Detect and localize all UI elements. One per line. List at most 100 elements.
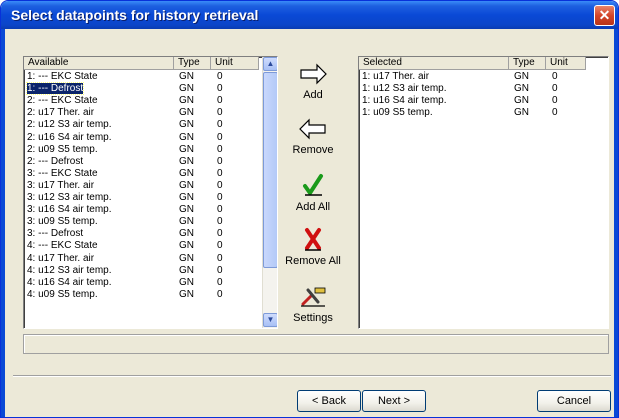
list-item[interactable]: 3: u09 S5 temp. GN 0 [24, 216, 259, 227]
item-unit: 0 [217, 107, 223, 119]
list-item[interactable]: 3: u16 S4 air temp. GN 0 [24, 204, 259, 215]
item-type: GN [514, 71, 529, 82]
item-unit: 0 [217, 167, 223, 179]
scroll-down-button[interactable]: ▼ [263, 313, 277, 327]
available-header-type[interactable]: Type [174, 57, 211, 70]
item-name: 2: u17 Ther. air [27, 107, 94, 118]
list-item[interactable]: 2: u16 S4 air temp. GN 0 [24, 132, 259, 143]
add-label: Add [303, 89, 323, 101]
next-button[interactable]: Next > [362, 390, 426, 412]
item-unit: 0 [217, 131, 223, 143]
tools-icon [301, 287, 326, 307]
scroll-up-button[interactable]: ▲ [263, 57, 277, 71]
item-unit: 0 [217, 276, 223, 288]
list-item[interactable]: 4: u12 S3 air temp. GN 0 [24, 265, 259, 276]
item-unit: 0 [217, 71, 223, 82]
item-name: 2: --- EKC State [27, 95, 98, 106]
available-header-unit[interactable]: Unit [211, 57, 259, 70]
item-type: GN [514, 95, 529, 107]
item-name: 2: --- Defrost [27, 156, 83, 167]
close-icon: ✕ [598, 7, 611, 23]
back-button[interactable]: < Back [297, 390, 361, 412]
list-item[interactable]: 1: u12 S3 air temp. GN 0 [359, 83, 594, 94]
item-type: GN [179, 143, 194, 155]
footer-separator [13, 375, 611, 377]
item-type: GN [179, 252, 194, 264]
remove-button[interactable]: Remove [284, 116, 342, 156]
check-mark-icon [303, 174, 323, 196]
item-name-text: 1: u16 S4 air temp. [362, 95, 447, 107]
close-button[interactable]: ✕ [594, 5, 615, 26]
item-unit: 0 [217, 155, 223, 167]
list-item[interactable]: 3: u12 S3 air temp. GN 0 [24, 192, 259, 203]
list-item[interactable]: 1: u16 S4 air temp. GN 0 [359, 95, 594, 106]
item-type: GN [179, 167, 194, 179]
chevron-down-icon: ▼ [266, 315, 275, 324]
item-unit: 0 [217, 83, 223, 95]
item-name: 4: u16 S4 air temp. [27, 277, 112, 288]
list-item[interactable]: 1: u09 S5 temp. GN 0 [359, 107, 594, 118]
item-type: GN [179, 95, 194, 107]
list-item[interactable]: 4: u09 S5 temp. GN 0 [24, 289, 259, 300]
item-name-text: 1: --- EKC State [27, 71, 98, 82]
list-item[interactable]: 2: --- Defrost GN 0 [24, 156, 259, 167]
item-name-text: 1: --- Defrost [25, 82, 85, 96]
cancel-button[interactable]: Cancel [537, 390, 611, 412]
list-item[interactable]: 4: --- EKC State GN 0 [24, 240, 259, 251]
remove-all-label: Remove All [285, 255, 341, 267]
item-name: 3: u12 S3 air temp. [27, 192, 112, 203]
list-item[interactable]: 3: u17 Ther. air GN 0 [24, 180, 259, 191]
item-unit: 0 [552, 95, 558, 107]
selected-header-unit[interactable]: Unit [546, 57, 586, 70]
item-unit: 0 [552, 71, 558, 82]
item-name: 1: u16 S4 air temp. [362, 95, 447, 106]
item-name-text: 3: u16 S4 air temp. [27, 204, 112, 216]
list-item[interactable]: 3: --- Defrost GN 0 [24, 228, 259, 239]
item-unit: 0 [217, 119, 223, 131]
list-item[interactable]: 1: --- Defrost GN 0 [24, 82, 259, 96]
item-unit: 0 [217, 192, 223, 203]
item-name-text: 3: --- EKC State [27, 167, 98, 179]
item-type: GN [179, 179, 194, 191]
item-name: 3: --- EKC State [27, 168, 98, 179]
item-name: 1: --- Defrost [25, 82, 85, 96]
title-bar[interactable]: Select datapoints for history retrieval … [1, 1, 618, 29]
selected-list[interactable]: Selected Type Unit 1: u17 Ther. air GN 0 1:… [358, 56, 609, 329]
add-button[interactable]: Add [284, 61, 342, 101]
item-unit: 0 [217, 204, 223, 216]
list-item[interactable]: 3: --- EKC State GN 0 [24, 168, 259, 179]
arrow-right-icon [300, 63, 327, 85]
list-item[interactable]: 2: u17 Ther. air GN 0 [24, 107, 259, 118]
item-type: GN [179, 204, 194, 216]
item-name-text: 1: u17 Ther. air [362, 71, 430, 82]
remove-label: Remove [292, 144, 334, 156]
item-type: GN [179, 83, 194, 95]
status-bar [23, 334, 609, 354]
item-name-text: 1: u12 S3 air temp. [362, 83, 447, 95]
list-item[interactable]: 1: u17 Ther. air GN 0 [359, 71, 594, 82]
item-name: 3: u16 S4 air temp. [27, 204, 112, 215]
list-item[interactable]: 4: u16 S4 air temp. GN 0 [24, 277, 259, 288]
list-item[interactable]: 2: u09 S5 temp. GN 0 [24, 144, 259, 155]
item-name-text: 2: --- EKC State [27, 95, 98, 107]
item-name: 1: u17 Ther. air [362, 71, 429, 82]
list-item[interactable]: 4: u17 Ther. air GN 0 [24, 253, 259, 264]
available-scrollbar[interactable]: ▲ ▼ [262, 57, 277, 328]
selected-header-name[interactable]: Selected [359, 57, 509, 70]
available-header-name[interactable]: Available [24, 57, 174, 70]
list-item[interactable]: 2: --- EKC State GN 0 [24, 95, 259, 106]
settings-button[interactable]: Settings [284, 284, 342, 324]
add-all-button[interactable]: Add All [284, 173, 342, 213]
selected-header-type[interactable]: Type [509, 57, 546, 70]
item-name-text: 2: u12 S3 air temp. [27, 119, 112, 131]
item-type: GN [179, 155, 194, 167]
scroll-thumb[interactable] [263, 72, 277, 268]
window-frame-left [1, 29, 5, 417]
list-item[interactable]: 2: u12 S3 air temp. GN 0 [24, 119, 259, 130]
list-item[interactable]: 1: --- EKC State GN 0 [24, 71, 259, 82]
item-type: GN [179, 240, 194, 252]
remove-all-button[interactable]: Remove All [281, 227, 345, 267]
available-list[interactable]: Available Type Unit 1: --- EKC State GN 0 1… [23, 56, 278, 329]
item-name-text: 4: u12 S3 air temp. [27, 264, 112, 276]
item-type: GN [179, 119, 194, 131]
